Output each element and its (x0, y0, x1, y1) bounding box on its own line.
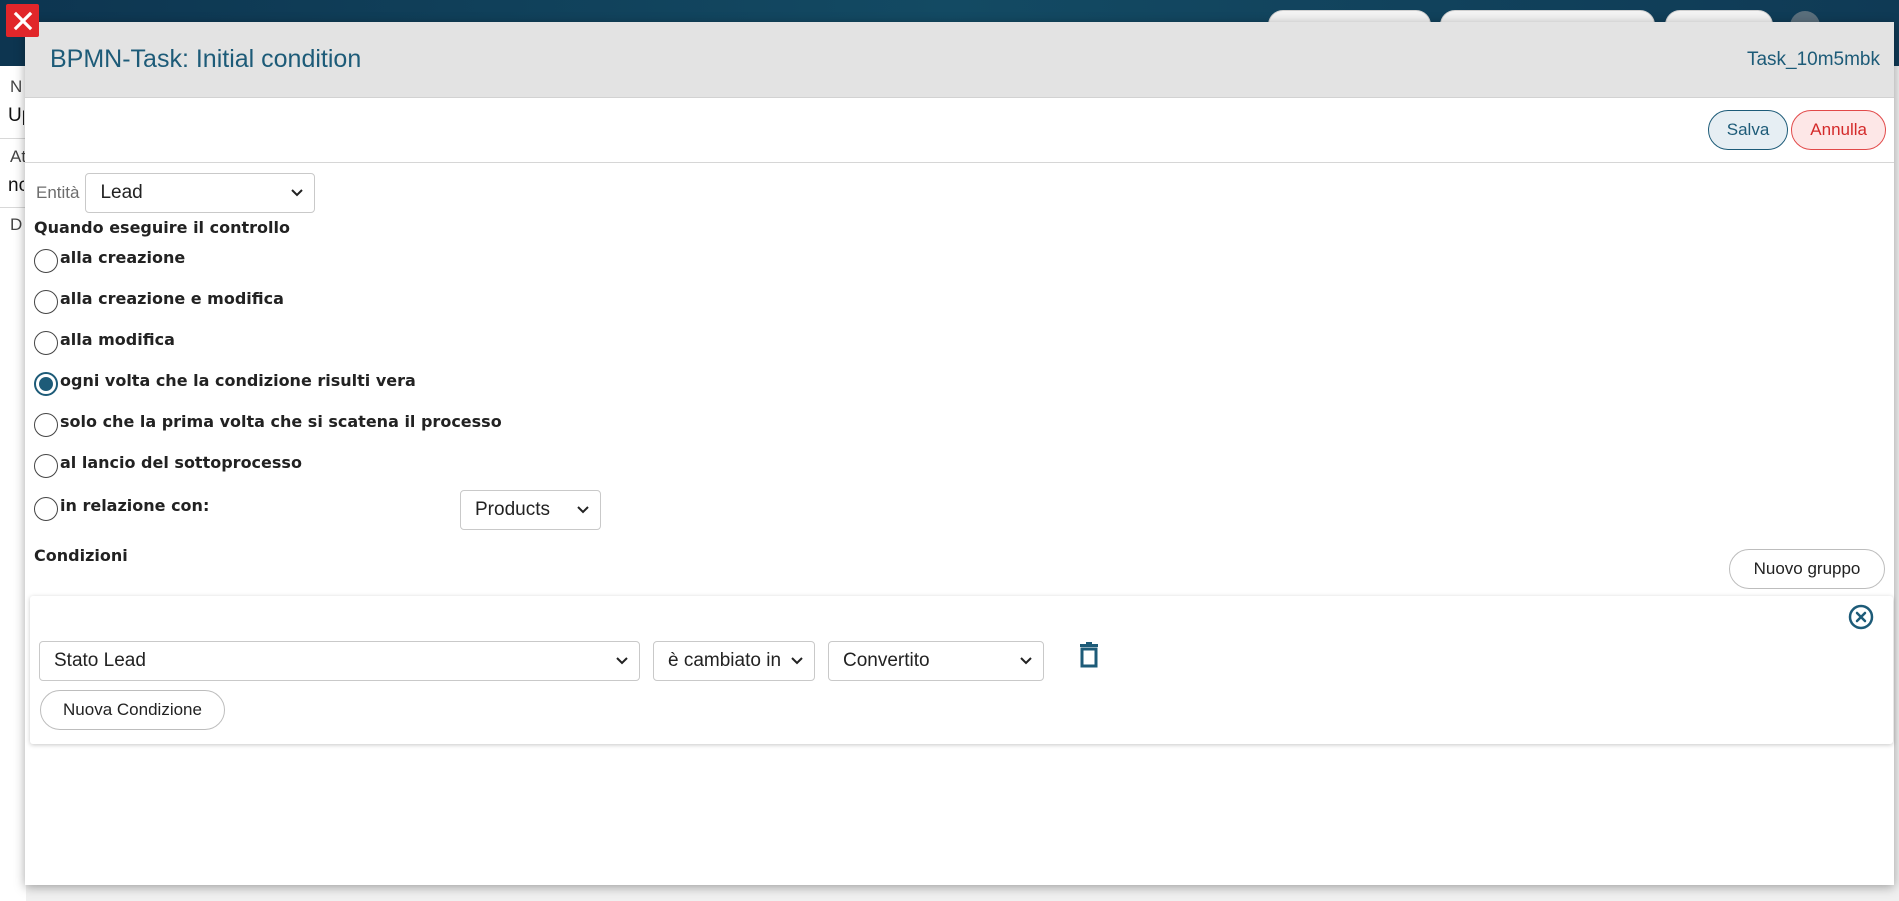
condition-field-select[interactable]: Stato Lead (39, 641, 640, 681)
cancel-button[interactable]: Annulla (1791, 110, 1886, 150)
save-button[interactable]: Salva (1707, 110, 1789, 150)
chevron-down-icon (616, 657, 628, 665)
condition-operator-value: è cambiato in (668, 650, 782, 671)
relation-select-value: Products (475, 499, 550, 520)
radio-on-edit[interactable]: alla modifica (34, 329, 175, 355)
radio-first-time-only[interactable]: solo che la prima volta che si scatena i… (34, 411, 502, 437)
when-section-title: Quando eseguire il controllo (34, 218, 290, 237)
modal-toolbar: Salva Annulla (25, 98, 1894, 163)
condition-group: Stato Lead è cambiato in Convertito Nuov… (30, 596, 1893, 744)
divider (0, 207, 26, 208)
radio-on-create-and-edit[interactable]: alla creazione e modifica (34, 288, 284, 314)
entity-label: Entità (36, 183, 80, 202)
condition-field-value: Stato Lead (54, 650, 146, 671)
chevron-down-icon (1020, 657, 1032, 665)
entity-select-value: Lead (100, 182, 143, 203)
conditions-title: Condizioni (34, 546, 128, 565)
trash-icon[interactable] (1078, 642, 1100, 668)
radio-label: al lancio del sottoprocesso (60, 452, 302, 472)
condition-operator-select[interactable]: è cambiato in (653, 641, 815, 681)
modal-header: BPMN-Task: Initial condition Task_10m5mb… (25, 22, 1894, 98)
radio-label: alla modifica (60, 329, 175, 349)
circle-x-icon[interactable] (1848, 604, 1874, 630)
task-id: Task_10m5mbk (1746, 48, 1880, 70)
relation-select[interactable]: Products (460, 490, 601, 530)
radio-label: solo che la prima volta che si scatena i… (60, 411, 502, 431)
new-condition-button[interactable]: Nuova Condizione (40, 690, 225, 730)
background-text: At (10, 147, 26, 166)
close-icon (13, 11, 32, 30)
task-modal: BPMN-Task: Initial condition Task_10m5mb… (25, 22, 1894, 885)
entity-select[interactable]: Lead (85, 173, 316, 213)
radio-button[interactable] (34, 290, 58, 314)
radio-on-subprocess-launch[interactable]: al lancio del sottoprocesso (34, 452, 302, 478)
background-text: nc (8, 175, 24, 196)
radio-every-time-true[interactable]: ogni volta che la condizione risulti ver… (34, 370, 416, 396)
radio-button-selected[interactable] (34, 372, 58, 396)
background-text: D (10, 215, 23, 234)
chevron-down-icon (577, 506, 589, 514)
radio-button[interactable] (34, 249, 58, 273)
chevron-down-icon (791, 657, 803, 665)
radio-button[interactable] (34, 413, 58, 437)
divider (0, 138, 26, 139)
radio-on-create[interactable]: alla creazione (34, 247, 186, 273)
radio-label: in relazione con: (60, 495, 210, 515)
radio-label: alla creazione e modifica (60, 288, 284, 308)
background-text: Up (8, 105, 24, 126)
modal-body: Entità Lead Quando eseguire il controllo… (25, 163, 1894, 863)
radio-label: ogni volta che la condizione risulti ver… (60, 370, 416, 390)
background-text: N (10, 77, 23, 96)
new-group-button[interactable]: Nuovo gruppo (1729, 549, 1885, 589)
condition-value-select[interactable]: Convertito (828, 641, 1044, 681)
close-modal-button[interactable] (6, 4, 39, 37)
background-panel: N Up At nc D (0, 66, 26, 901)
entity-row: Entità Lead (36, 173, 316, 213)
radio-label: alla creazione (60, 247, 186, 267)
radio-button[interactable] (34, 454, 58, 478)
condition-value-value: Convertito (843, 650, 930, 671)
modal-title: BPMN-Task: Initial condition (50, 45, 362, 73)
radio-button[interactable] (34, 497, 58, 521)
radio-button[interactable] (34, 331, 58, 355)
chevron-down-icon (291, 189, 304, 197)
radio-in-relation[interactable]: in relazione con: (34, 495, 210, 521)
